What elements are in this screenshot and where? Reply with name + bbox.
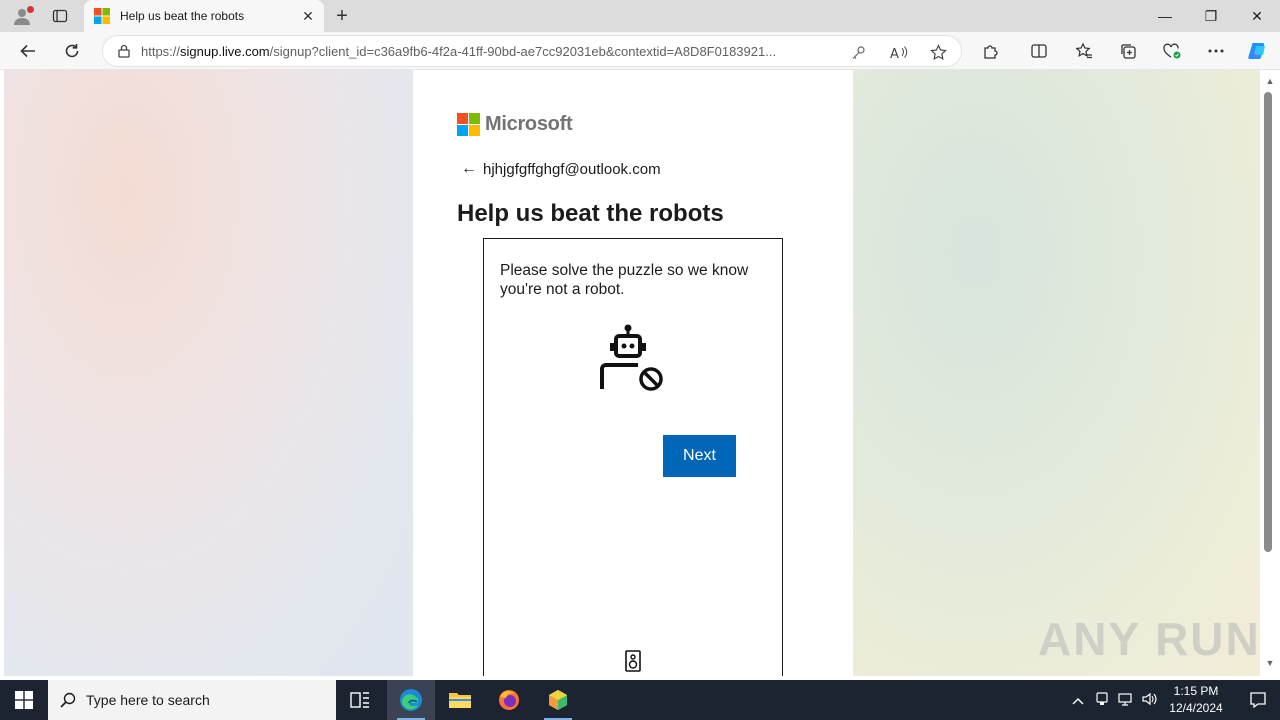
tab-actions-icon (52, 9, 68, 23)
browser-toolbar: https://signup.live.com/signup?client_id… (0, 32, 1280, 70)
clock-time: 1:15 PM (1173, 684, 1219, 698)
taskbar-file-explorer[interactable] (436, 680, 484, 720)
favorite-star-icon[interactable] (925, 39, 951, 65)
signup-card: Microsoft ← hjhjgfgffghgf@outlook.com He… (413, 70, 853, 676)
extensions-button[interactable] (976, 36, 1006, 66)
page-viewport: Microsoft ← hjhjgfgffghgf@outlook.com He… (4, 70, 1260, 676)
read-aloud-icon[interactable]: A (886, 39, 912, 65)
split-screen-icon (1031, 44, 1047, 58)
system-tray (1066, 680, 1162, 720)
svg-text:A: A (890, 47, 899, 60)
page-title: Help us beat the robots (457, 200, 724, 227)
edge-icon (400, 689, 422, 711)
back-arrow-icon (20, 44, 35, 58)
search-icon (60, 692, 76, 708)
cube-app-icon (549, 690, 567, 710)
start-button[interactable] (0, 680, 48, 720)
clock-date: 12/4/2024 (1169, 701, 1223, 715)
windows-logo-icon (15, 691, 33, 709)
url-text[interactable]: https://signup.live.com/signup?client_id… (141, 44, 841, 59)
watermark-text: ANY RUN (1038, 613, 1261, 665)
taskbar-search-box[interactable]: Type here to search (48, 680, 336, 720)
microsoft-favicon-icon (94, 8, 110, 24)
scroll-thumb[interactable] (1264, 92, 1272, 552)
folder-icon (449, 693, 471, 708)
active-tab[interactable]: Help us beat the robots ✕ (84, 0, 324, 32)
microsoft-logo: Microsoft (457, 113, 573, 136)
account-email: hjhjgfgffghgf@outlook.com (483, 160, 661, 178)
browser-essentials-button[interactable] (1157, 36, 1187, 66)
scroll-up-arrow-icon[interactable]: ▲ (1263, 74, 1277, 88)
close-window-button[interactable]: ✕ (1234, 0, 1280, 32)
lock-icon[interactable] (117, 44, 131, 58)
favorites-icon (1075, 42, 1092, 59)
copilot-button[interactable] (1243, 36, 1273, 66)
split-screen-button[interactable] (1024, 36, 1054, 66)
collections-icon (1121, 44, 1136, 59)
copilot-icon (1248, 43, 1265, 59)
microsoft-wordmark: Microsoft (485, 113, 573, 135)
address-bar[interactable]: https://signup.live.com/signup?client_id… (102, 35, 962, 67)
microsoft-logo-icon (457, 113, 480, 136)
network-icon[interactable] (1114, 692, 1138, 709)
back-button[interactable] (13, 36, 43, 66)
robot-blocked-icon (600, 324, 663, 391)
background-left (4, 70, 413, 676)
taskbar-app-cube[interactable] (534, 680, 582, 720)
notification-center-button[interactable] (1236, 680, 1280, 720)
puzzle-piece-icon (984, 45, 998, 59)
refresh-button[interactable] (57, 36, 87, 66)
taskbar-edge[interactable] (387, 680, 435, 720)
refresh-icon (65, 44, 79, 58)
firefox-icon (499, 690, 519, 710)
notification-dot (27, 6, 34, 13)
search-placeholder: Type here to search (86, 692, 210, 708)
audio-challenge-icon[interactable] (624, 649, 642, 673)
password-key-icon[interactable] (845, 39, 871, 65)
profile-button[interactable] (8, 4, 36, 28)
next-button[interactable]: Next (663, 435, 736, 477)
back-arrow-icon[interactable]: ← (461, 160, 477, 178)
background-right (853, 70, 1260, 676)
tray-overflow-chevron-icon[interactable] (1066, 693, 1090, 708)
more-menu-button[interactable] (1201, 36, 1231, 66)
url-scheme: https:// (141, 43, 181, 59)
url-path: /signup?client_id=c36a9fb6-4f2a-41ff-90b… (269, 43, 777, 59)
tray-device-icon[interactable] (1090, 691, 1114, 709)
identity-back-row[interactable]: ← hjhjgfgffghgf@outlook.com (461, 160, 661, 178)
windows-taskbar: Type here to search 1:15 PM 12/4/2024 (0, 680, 1280, 720)
volume-icon[interactable] (1138, 692, 1162, 709)
task-view-button[interactable] (336, 680, 384, 720)
new-tab-button[interactable]: + (330, 4, 354, 28)
tab-actions-button[interactable] (46, 4, 74, 28)
system-clock[interactable]: 1:15 PM 12/4/2024 (1164, 683, 1228, 717)
tab-close-icon[interactable]: ✕ (298, 6, 318, 26)
heart-pulse-icon (1163, 43, 1181, 59)
minimize-button[interactable]: — (1142, 0, 1188, 32)
captcha-frame: Please solve the puzzle so we know you'r… (483, 238, 783, 676)
task-view-icon (350, 692, 369, 708)
more-dots-icon (1208, 49, 1224, 53)
scroll-down-arrow-icon[interactable]: ▼ (1263, 656, 1277, 670)
anyrun-watermark: ANY RUN (1038, 612, 1261, 666)
collections-button[interactable] (1113, 36, 1143, 66)
captcha-prompt: Please solve the puzzle so we know you'r… (500, 262, 749, 298)
tab-strip: Help us beat the robots ✕ + — ❐ ✕ (0, 0, 1280, 32)
notification-icon (1250, 692, 1266, 709)
url-host: signup.live.com (180, 43, 270, 59)
restore-button[interactable]: ❐ (1188, 0, 1234, 32)
tab-title: Help us beat the robots (120, 9, 245, 23)
favorites-button[interactable] (1069, 36, 1099, 66)
taskbar-firefox[interactable] (485, 680, 533, 720)
